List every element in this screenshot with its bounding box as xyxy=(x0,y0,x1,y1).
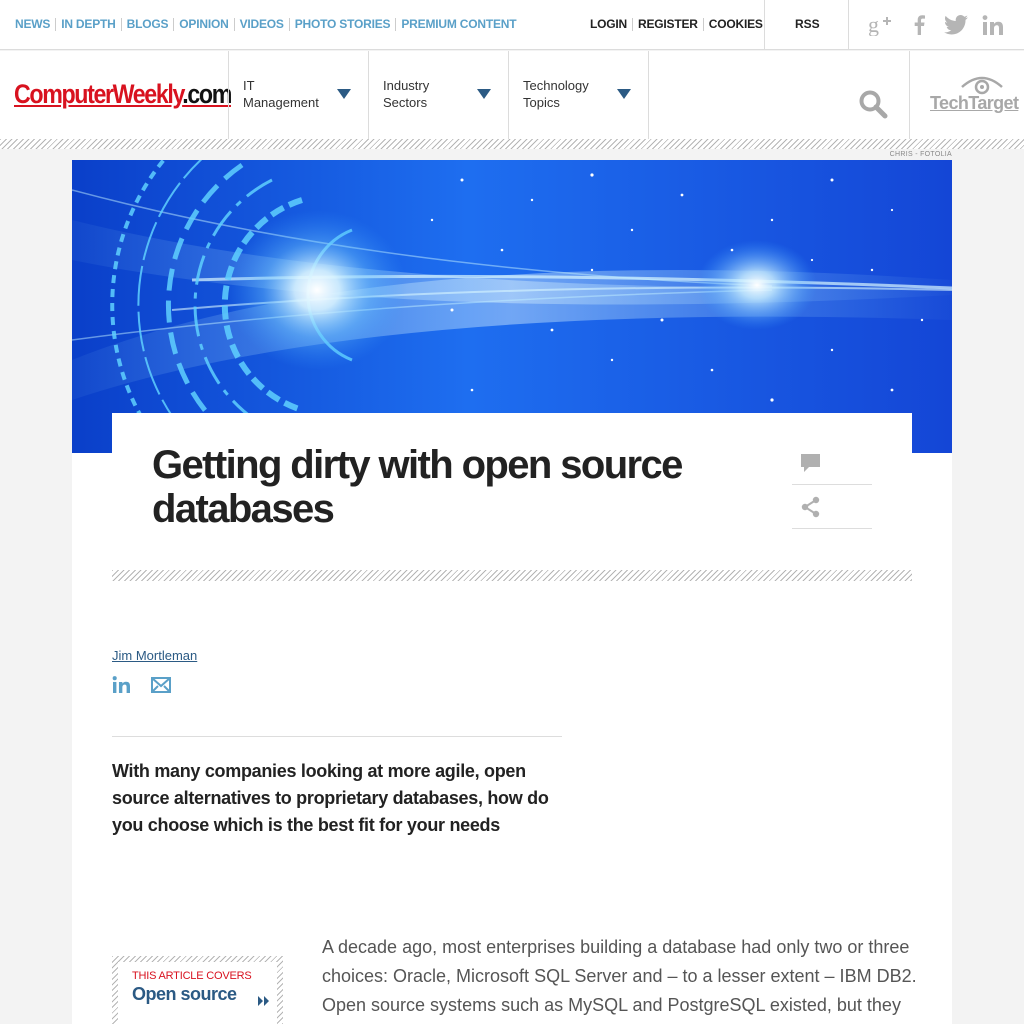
divider xyxy=(648,51,649,139)
nav-link-videos[interactable]: VIDEOS xyxy=(240,17,284,31)
nav-link-news[interactable]: NEWS xyxy=(15,17,50,31)
topic-panel: THIS ARTICLE COVERS Open source xyxy=(118,962,277,1024)
author-name[interactable]: Jim Mortleman xyxy=(112,648,197,663)
topic-link-open-source[interactable]: Open source xyxy=(132,984,263,1005)
account-links: LOGIN REGISTER COOKIES xyxy=(590,17,763,31)
nav-link-opinion[interactable]: OPINION xyxy=(179,17,228,31)
section-nav: NEWS IN DEPTH BLOGS OPINION VIDEOS PHOTO… xyxy=(15,17,517,31)
comment-button[interactable] xyxy=(792,441,872,485)
nav-link-blogs[interactable]: BLOGS xyxy=(127,17,169,31)
nav-link-photo-stories[interactable]: PHOTO STORIES xyxy=(295,17,391,31)
email-icon[interactable] xyxy=(151,676,171,698)
comment-icon xyxy=(801,453,820,472)
divider xyxy=(764,0,765,50)
divider xyxy=(112,736,562,737)
rss-link[interactable]: RSS xyxy=(795,17,820,31)
author-links xyxy=(112,676,171,698)
menu-label: IT Management xyxy=(243,78,319,110)
divider xyxy=(848,0,849,50)
menu-industry-sectors[interactable]: Industry Sectors xyxy=(368,51,508,139)
menu-label: Technology Topics xyxy=(523,78,589,110)
article-covers-box: THIS ARTICLE COVERS Open source xyxy=(112,956,283,1024)
double-chevron-right-icon xyxy=(258,996,269,1006)
share-button[interactable] xyxy=(792,485,872,529)
divider xyxy=(120,17,122,31)
title-divider xyxy=(112,570,912,581)
hero-illustration xyxy=(72,160,952,453)
divider xyxy=(909,51,910,139)
divider xyxy=(233,17,235,31)
divider xyxy=(632,17,633,31)
register-link[interactable]: REGISTER xyxy=(638,17,698,31)
share-icon xyxy=(801,496,820,517)
divider xyxy=(288,17,290,31)
main-header: ComputerWeekly.com IT Management Industr… xyxy=(0,51,1024,139)
image-credit: CHRIS - FOTOLIA xyxy=(889,151,952,158)
logo-name: ComputerWeekly xyxy=(14,79,184,109)
svg-text:g: g xyxy=(868,14,879,36)
header-divider xyxy=(0,139,1024,149)
menu-it-management[interactable]: IT Management xyxy=(228,51,368,139)
covers-label: THIS ARTICLE COVERS xyxy=(132,970,252,982)
top-utility-bar: NEWS IN DEPTH BLOGS OPINION VIDEOS PHOTO… xyxy=(0,0,1024,50)
hero-image xyxy=(72,160,952,453)
nav-link-in-depth[interactable]: IN DEPTH xyxy=(61,17,116,31)
divider xyxy=(173,17,175,31)
login-link[interactable]: LOGIN xyxy=(590,17,627,31)
linkedin-icon[interactable] xyxy=(112,676,131,698)
article-card: Getting dirty with open source databases… xyxy=(72,413,952,1024)
linkedin-icon[interactable] xyxy=(980,12,1006,38)
divider xyxy=(395,17,397,31)
search-icon[interactable] xyxy=(858,89,888,124)
menu-technology-topics[interactable]: Technology Topics xyxy=(508,51,648,139)
article-title: Getting dirty with open source databases xyxy=(152,443,683,531)
google-plus-icon[interactable]: g xyxy=(868,12,894,38)
nav-link-premium-content[interactable]: PREMIUM CONTENT xyxy=(401,17,516,31)
chevron-down-icon xyxy=(617,89,631,99)
computerweekly-logo[interactable]: ComputerWeekly.com xyxy=(14,79,232,110)
article-body: A decade ago, most enterprises building … xyxy=(322,937,917,1015)
menu-label: Industry Sectors xyxy=(383,78,430,110)
divider xyxy=(702,17,704,31)
chevron-down-icon xyxy=(477,89,491,99)
logo-suffix: .com xyxy=(182,79,232,109)
techtarget-logo[interactable]: TechTarget xyxy=(930,93,1019,114)
article-lead: With many companies looking at more agil… xyxy=(112,761,549,835)
techtarget-eye-icon xyxy=(961,76,1003,95)
twitter-icon[interactable] xyxy=(943,12,969,38)
divider xyxy=(55,17,57,31)
facebook-icon[interactable] xyxy=(906,12,932,38)
cookies-link[interactable]: COOKIES xyxy=(709,17,763,31)
article-actions xyxy=(792,441,872,529)
chevron-down-icon xyxy=(337,89,351,99)
